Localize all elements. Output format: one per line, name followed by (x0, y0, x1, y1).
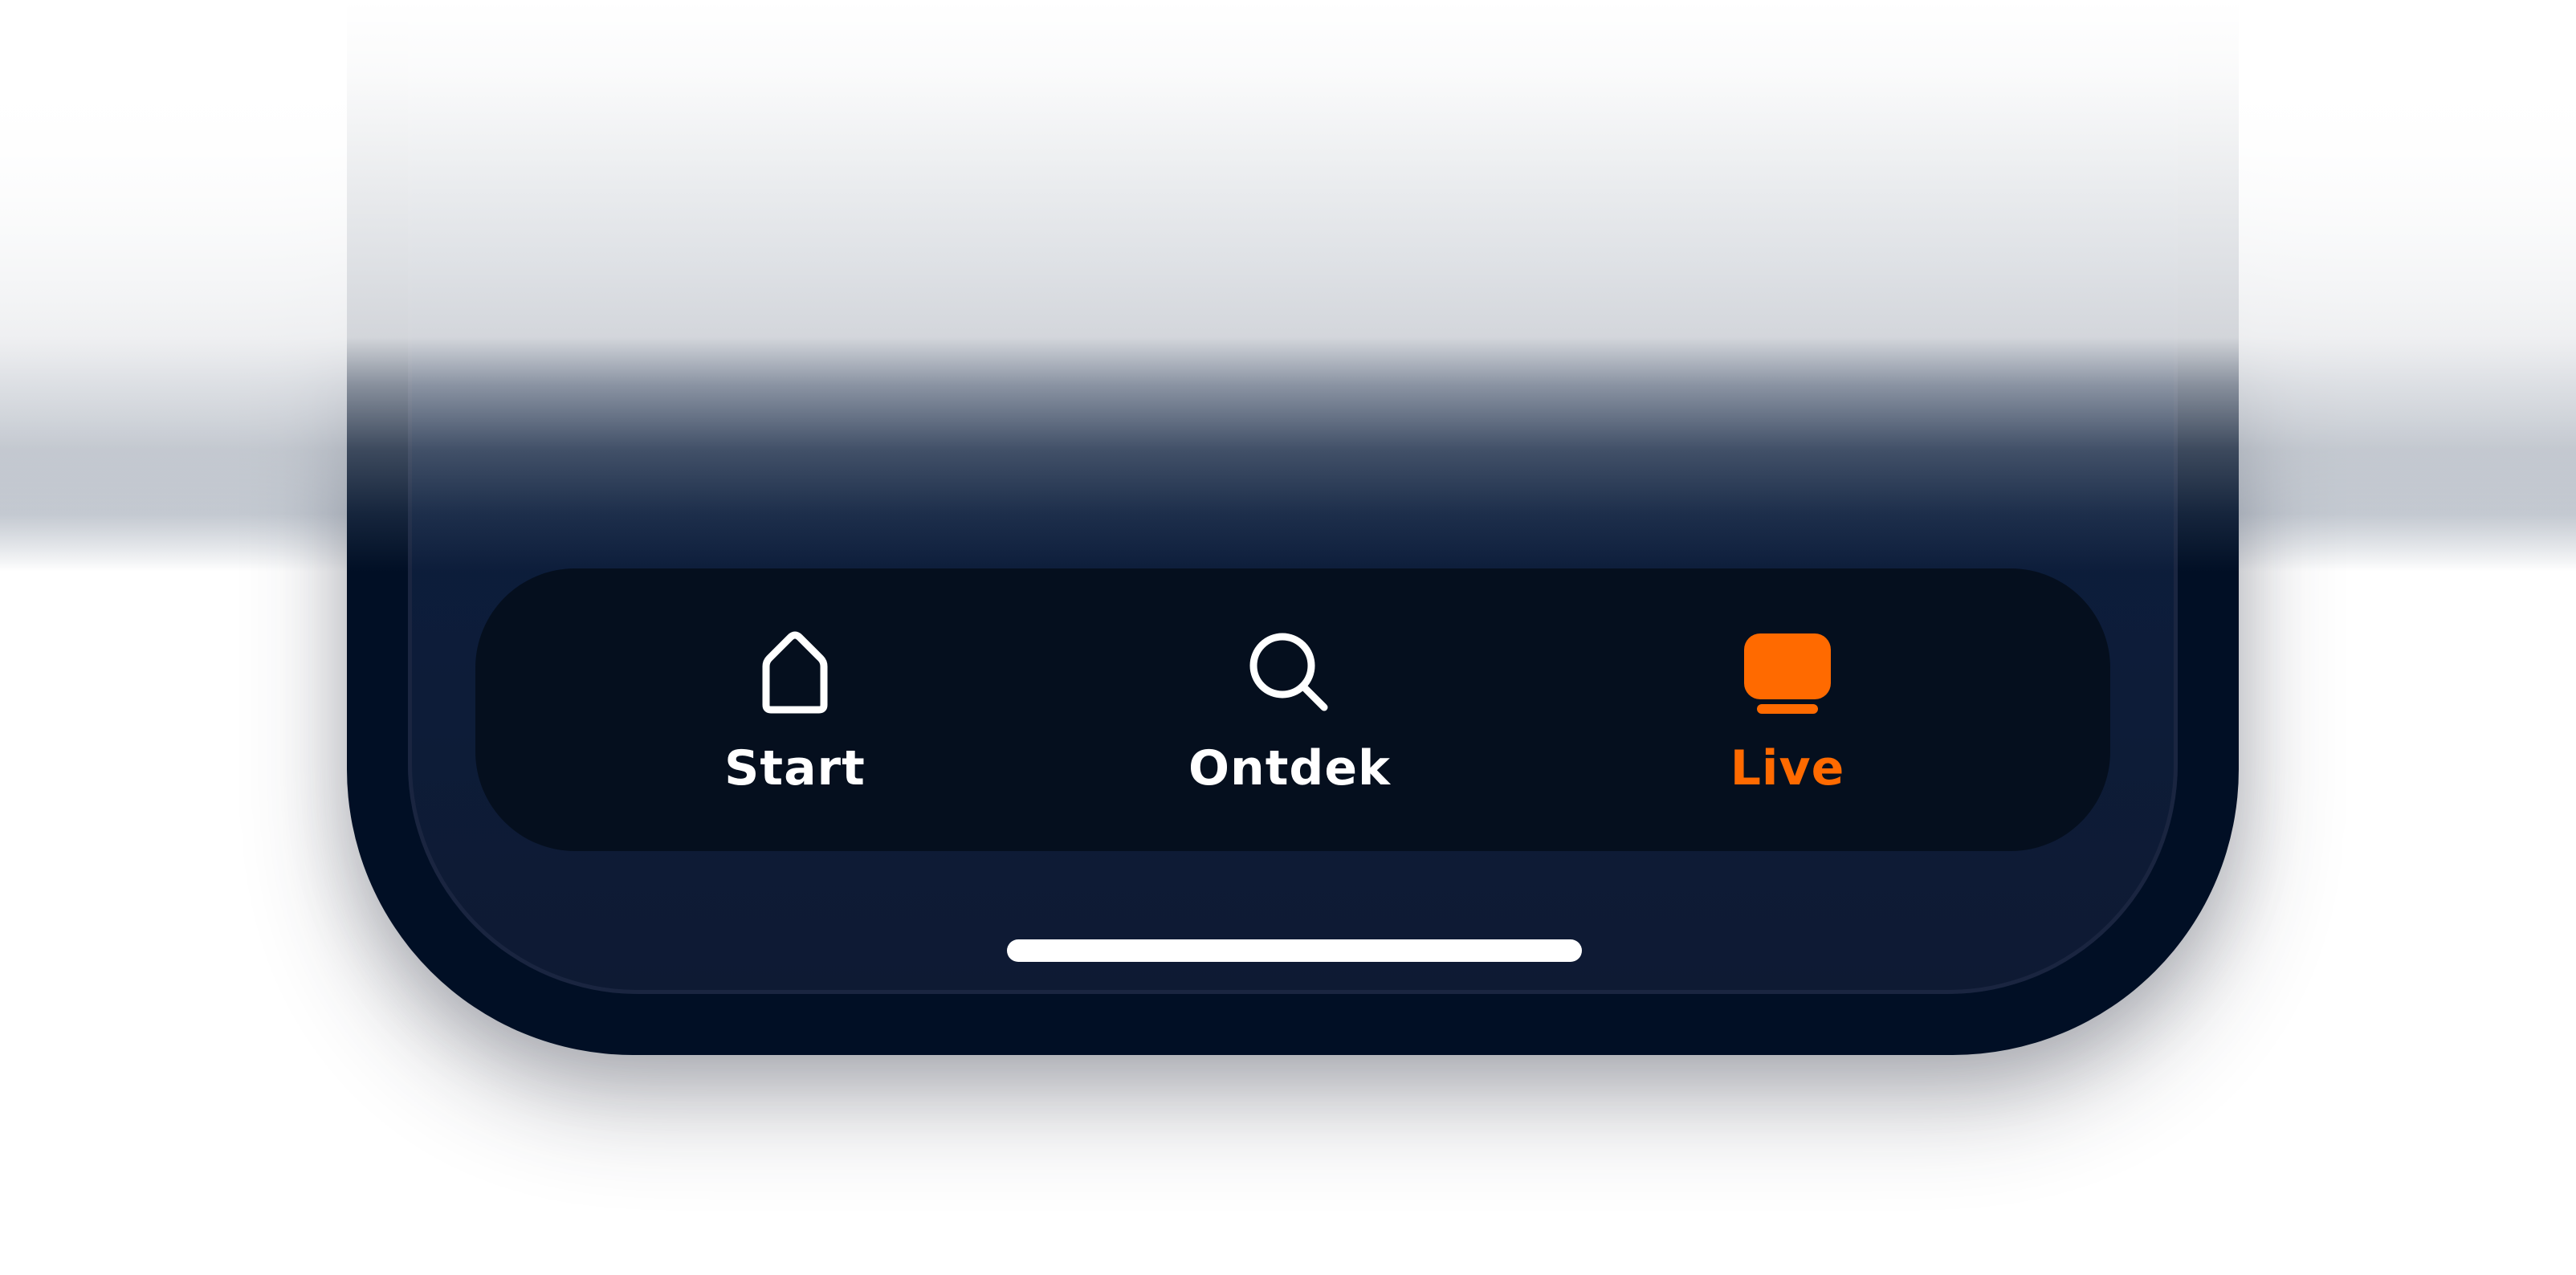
tab-ontdek[interactable]: Ontdek (1153, 568, 1426, 851)
tab-start-label: Start (724, 740, 866, 796)
tab-start[interactable]: Start (658, 568, 931, 851)
tab-live[interactable]: Live (1651, 568, 1924, 851)
fade-mask-right (2239, 0, 2576, 578)
tab-ontdek-label: Ontdek (1188, 740, 1391, 796)
tab-live-label: Live (1730, 740, 1845, 796)
home-indicator[interactable] (1007, 939, 1582, 962)
home-icon (747, 631, 843, 714)
search-icon (1241, 633, 1338, 713)
stage: Start Ontdek Live (0, 0, 2576, 1275)
fade-mask-left (0, 0, 347, 578)
phone-frame (347, 0, 2239, 1055)
bottom-tab-bar: Start Ontdek Live (475, 568, 2110, 851)
tv-icon (1739, 633, 1836, 714)
